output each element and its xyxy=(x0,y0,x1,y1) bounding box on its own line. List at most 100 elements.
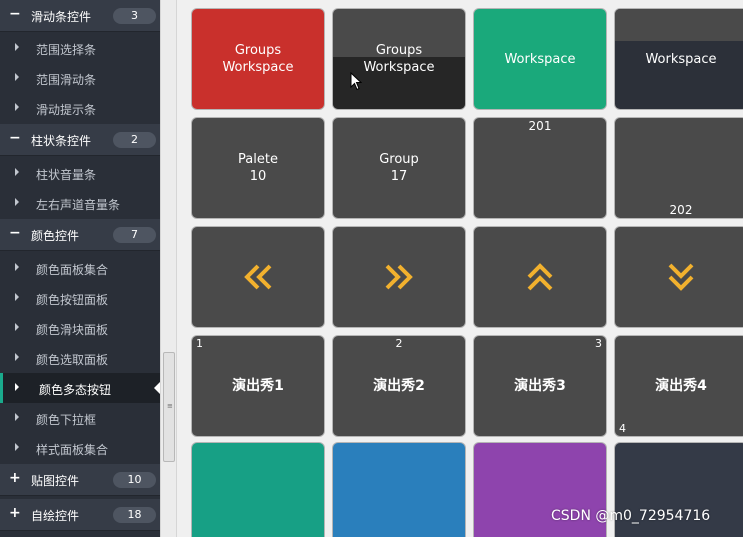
mouse-cursor-icon xyxy=(350,72,362,91)
tile-label: Groups Workspace xyxy=(333,9,465,109)
tile-bottom-label: 202 xyxy=(669,203,693,217)
expand-icon: + xyxy=(9,505,21,521)
count-badge: 3 xyxy=(113,8,156,24)
tile-label: Workspace xyxy=(474,9,606,109)
tile-color-teal[interactable] xyxy=(192,443,324,537)
tile-label: 演出秀2 xyxy=(333,336,465,436)
expand-arrow-icon xyxy=(15,73,19,81)
sidebar-item-color-slider-panel[interactable]: 颜色滑块面板 xyxy=(0,313,160,343)
expand-arrow-icon xyxy=(15,383,19,391)
expand-arrow-icon xyxy=(15,43,19,51)
tile-arrow-up[interactable] xyxy=(474,227,606,327)
expand-arrow-icon xyxy=(15,353,19,361)
sidebar-item-label: 颜色下拉框 xyxy=(36,413,97,427)
tile-grid: Groups Workspace Groups Workspace Worksp… xyxy=(177,0,743,537)
sidebar-item-slider-tip[interactable]: 滑动提示条 xyxy=(0,93,160,123)
tile-groups-workspace-red[interactable]: Groups Workspace xyxy=(192,9,324,109)
group-header-image-controls[interactable]: + 贴图控件 10 xyxy=(0,464,160,496)
group-header-bar-controls[interactable]: − 柱状条控件 2 xyxy=(0,124,160,156)
sidebar-item-label: 左右声道音量条 xyxy=(36,198,121,212)
tile-groups-workspace-dark[interactable]: Groups Workspace xyxy=(333,9,465,109)
tile-line1: Groups xyxy=(234,43,282,58)
sidebar-item-stereo-volume[interactable]: 左右声道音量条 xyxy=(0,188,160,218)
tile-201[interactable]: 201 xyxy=(474,118,606,218)
sidebar-item-label: 颜色滑块面板 xyxy=(36,323,109,337)
sidebar-item-color-panel-set[interactable]: 颜色面板集合 xyxy=(0,253,160,283)
expand-icon: + xyxy=(9,470,21,486)
tile-icon-wrap xyxy=(333,227,465,327)
expand-arrow-icon xyxy=(15,323,19,331)
sidebar-item-range-slider[interactable]: 范围滑动条 xyxy=(0,63,160,93)
tile-text: 演出秀4 xyxy=(655,377,707,394)
tile-text: Workspace xyxy=(504,51,576,67)
double-chevron-left-icon xyxy=(244,264,272,290)
expand-arrow-icon xyxy=(15,293,19,301)
tile-line2: 10 xyxy=(249,169,267,184)
scrollbar-thumb[interactable]: ≡ xyxy=(163,352,175,462)
group-header-slider-controls[interactable]: − 滑动条控件 3 xyxy=(0,0,160,32)
tile-line2: Workspace xyxy=(363,60,435,75)
tile-line1: Group xyxy=(379,152,419,167)
group-header-color-controls[interactable]: − 颜色控件 7 xyxy=(0,219,160,251)
tile-workspace-dark[interactable]: Workspace xyxy=(615,9,743,109)
tile-show-1[interactable]: 1 演出秀1 xyxy=(192,336,324,436)
tile-arrow-right[interactable] xyxy=(333,227,465,327)
tile-palete[interactable]: Palete 10 xyxy=(192,118,324,218)
expand-arrow-icon xyxy=(15,413,19,421)
collapse-icon: − xyxy=(9,6,21,22)
tile-line1: Groups xyxy=(375,43,423,58)
double-chevron-up-icon xyxy=(527,263,553,291)
tile-label: Group 17 xyxy=(333,118,465,218)
sidebar-item-style-panel-set[interactable]: 样式面板集合 xyxy=(0,433,160,463)
tile-show-4[interactable]: 4 演出秀4 xyxy=(615,336,743,436)
sidebar-item-color-state-button[interactable]: 颜色多态按钮 xyxy=(0,373,160,403)
tile-label: Palete 10 xyxy=(192,118,324,218)
sidebar-item-label: 范围选择条 xyxy=(36,43,97,57)
tile-text: 演出秀1 xyxy=(232,377,284,394)
expand-arrow-icon xyxy=(15,263,19,271)
expand-arrow-icon xyxy=(15,198,19,206)
tile-label: Groups Workspace xyxy=(192,9,324,109)
sidebar-item-label: 柱状音量条 xyxy=(36,168,97,182)
sidebar-item-label: 颜色多态按钮 xyxy=(39,383,112,397)
sidebar-item-label: 样式面板集合 xyxy=(36,443,109,457)
tile-icon-wrap xyxy=(615,227,743,327)
tile-workspace-green[interactable]: Workspace xyxy=(474,9,606,109)
sidebar-item-color-combobox[interactable]: 颜色下拉框 xyxy=(0,403,160,433)
sidebar-item-color-button-panel[interactable]: 颜色按钮面板 xyxy=(0,283,160,313)
sidebar-item-label: 颜色按钮面板 xyxy=(36,293,109,307)
sidebar-item-bar-volume[interactable]: 柱状音量条 xyxy=(0,158,160,188)
count-badge: 10 xyxy=(113,472,156,488)
count-badge: 18 xyxy=(113,507,156,523)
watermark: CSDN @m0_72954716 xyxy=(551,508,711,524)
tile-label: 演出秀1 xyxy=(192,336,324,436)
group-label: 自绘控件 xyxy=(31,509,80,523)
tile-text: 演出秀3 xyxy=(514,377,566,394)
expand-arrow-icon xyxy=(15,103,19,111)
count-badge: 2 xyxy=(113,132,156,148)
tile-line2: Workspace xyxy=(222,60,294,75)
collapse-icon: − xyxy=(9,130,21,146)
sidebar-item-label: 颜色面板集合 xyxy=(36,263,109,277)
group-label: 颜色控件 xyxy=(31,229,80,243)
tile-group[interactable]: Group 17 xyxy=(333,118,465,218)
tile-color-blue[interactable] xyxy=(333,443,465,537)
tile-arrow-left[interactable] xyxy=(192,227,324,327)
tile-show-3[interactable]: 3 演出秀3 xyxy=(474,336,606,436)
tile-label: 演出秀4 xyxy=(615,336,743,436)
tile-text: 演出秀2 xyxy=(373,377,425,394)
sidebar-item-label: 范围滑动条 xyxy=(36,73,97,87)
tile-label: 演出秀3 xyxy=(474,336,606,436)
tile-show-2[interactable]: 2 演出秀2 xyxy=(333,336,465,436)
group-label: 贴图控件 xyxy=(31,474,80,488)
tile-202[interactable]: 202 xyxy=(615,118,743,218)
sidebar-item-color-picker-panel[interactable]: 颜色选取面板 xyxy=(0,343,160,373)
tile-line1: Palete xyxy=(238,152,278,167)
double-chevron-right-icon xyxy=(385,264,413,290)
group-header-custom-draw-controls[interactable]: + 自绘控件 18 xyxy=(0,499,160,531)
sidebar-scrollbar[interactable]: ≡ xyxy=(160,0,177,537)
tile-arrow-down[interactable] xyxy=(615,227,743,327)
sidebar-item-label: 颜色选取面板 xyxy=(36,353,109,367)
group-label: 柱状条控件 xyxy=(31,134,92,148)
sidebar-item-range-select-bar[interactable]: 范围选择条 xyxy=(0,33,160,63)
